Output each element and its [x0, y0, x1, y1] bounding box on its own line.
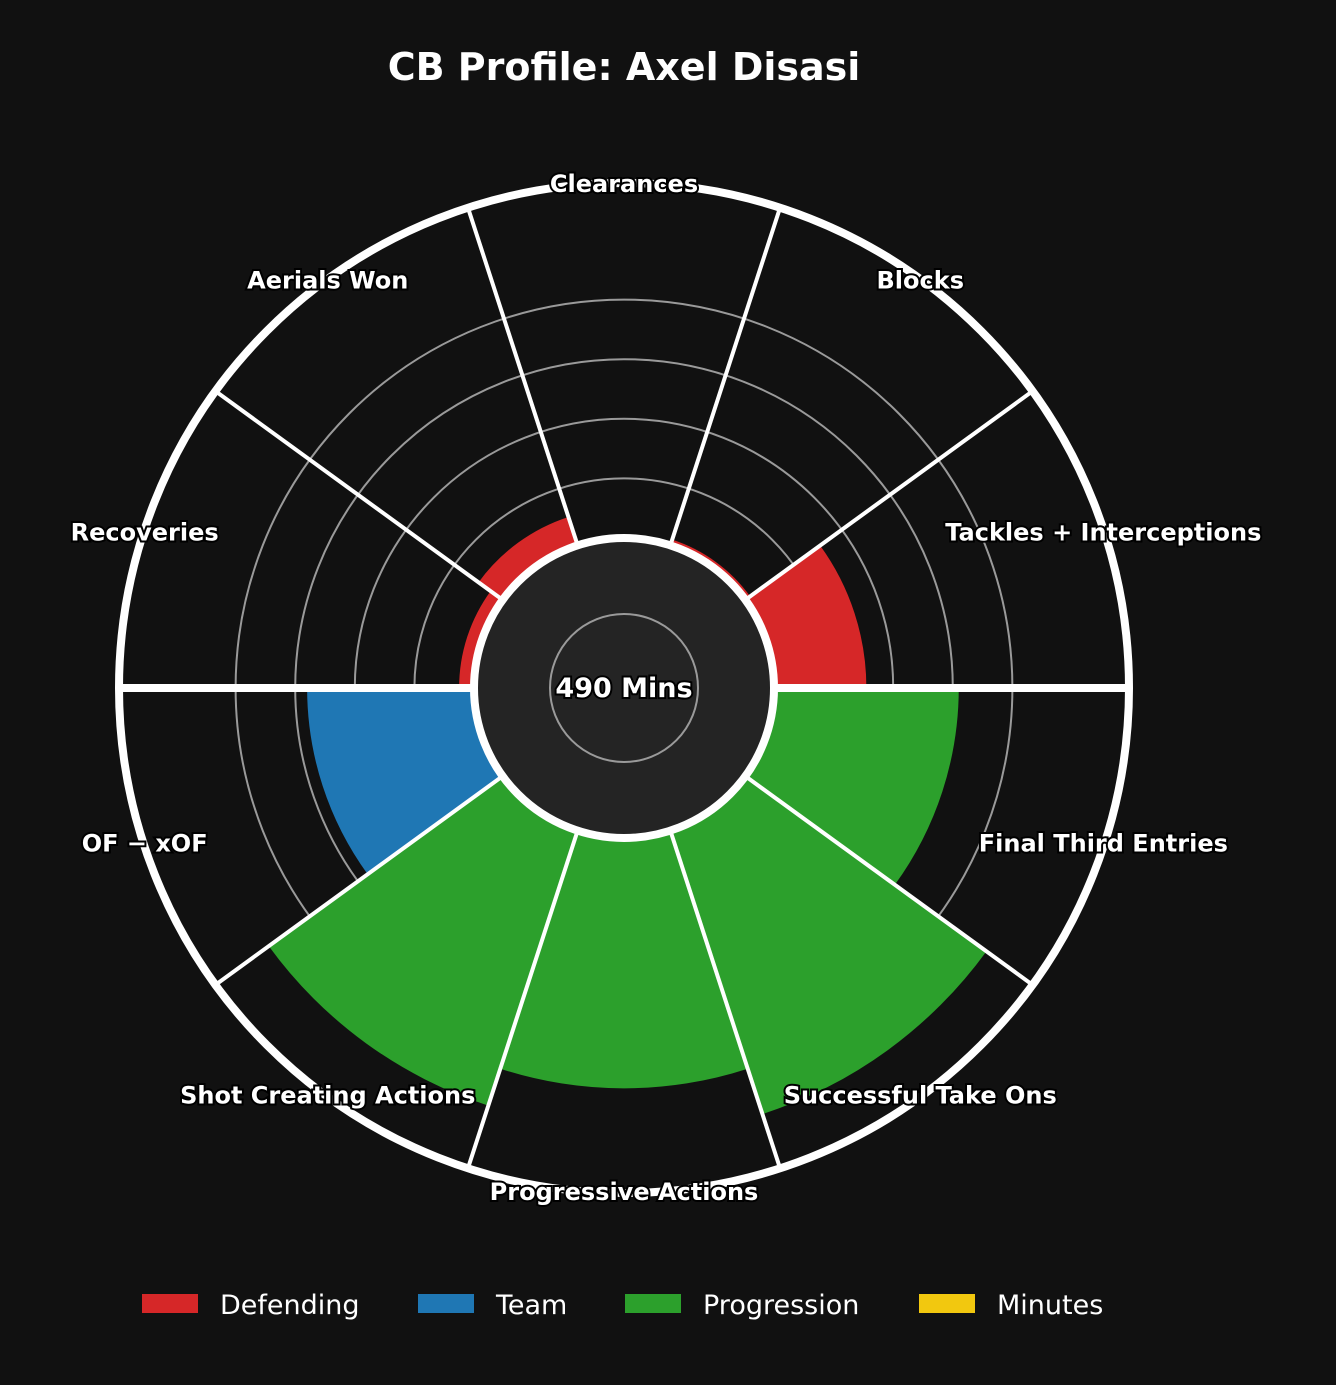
- legend-swatch-minutes: [919, 1294, 975, 1313]
- polar-chart: CB Profile: Axel Disasi 490 Mins Tackles…: [0, 0, 1336, 1380]
- label-successful-take-ons: Successful Take Ons: [784, 1082, 1057, 1110]
- chart-title: CB Profile: Axel Disasi: [388, 45, 861, 89]
- legend-label-team: Team: [495, 1290, 567, 1321]
- label-recoveries: Recoveries: [71, 518, 219, 546]
- chart-svg: CB Profile: Axel Disasi 490 Mins Tackles…: [0, 0, 1336, 1380]
- legend-label-minutes: Minutes: [997, 1290, 1103, 1321]
- label-aerials-won: Aerials Won: [247, 266, 408, 294]
- label-progressive-actions: Progressive Actions: [490, 1178, 759, 1206]
- legend-swatch-defending: [142, 1294, 198, 1313]
- center-layer: 490 Mins: [470, 534, 778, 842]
- legend-label-progression: Progression: [703, 1290, 859, 1321]
- label-final-third-entries: Final Third Entries: [979, 830, 1228, 858]
- center-minutes-label: 490 Mins: [555, 673, 692, 704]
- label-tackles-interceptions: Tackles + Interceptions: [945, 518, 1261, 546]
- legend-label-defending: Defending: [220, 1290, 360, 1321]
- label-blocks: Blocks: [877, 266, 964, 294]
- label-of-xof: OF − xOF: [82, 830, 208, 858]
- label-shot-creating-actions: Shot Creating Actions: [180, 1082, 475, 1110]
- legend-swatch-progression: [625, 1294, 681, 1313]
- legend-swatch-team: [418, 1294, 474, 1313]
- label-clearances: Clearances: [550, 170, 698, 198]
